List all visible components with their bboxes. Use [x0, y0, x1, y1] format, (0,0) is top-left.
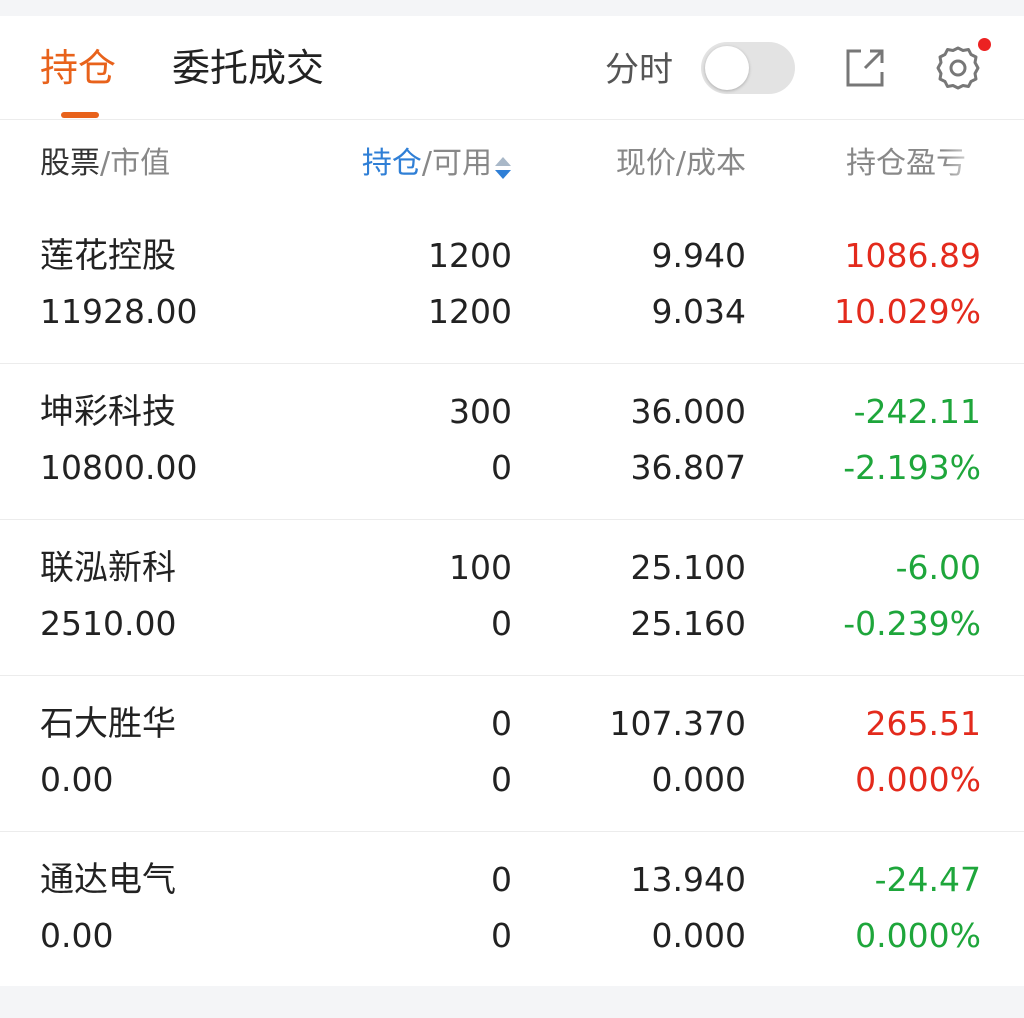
stock-name: 联泓新科	[40, 548, 176, 588]
column-price: 现价/成本	[616, 142, 746, 186]
tab-bar: 持仓 委托成交 分时	[0, 16, 1024, 120]
market-value: 10800.00	[40, 448, 198, 487]
column-position-sort[interactable]: 持仓/可用	[362, 142, 512, 186]
position-qty: 100	[449, 548, 512, 587]
stock-name: 石大胜华	[40, 704, 176, 744]
cost-price: 0.000	[651, 916, 746, 955]
current-price: 9.940	[651, 236, 746, 275]
current-price: 13.940	[630, 860, 746, 899]
column-separator: /	[675, 146, 686, 181]
table-row[interactable]: 联泓新科 2510.00 100 0 25.100 25.160 -6.00 -…	[0, 520, 1024, 676]
available-qty: 1200	[428, 292, 512, 331]
pl-percent: 10.029%	[834, 292, 981, 331]
market-value: 2510.00	[40, 604, 177, 643]
available-qty: 0	[491, 760, 512, 799]
intraday-label: 分时	[605, 50, 673, 90]
position-qty: 0	[491, 704, 512, 743]
cost-price: 25.160	[630, 604, 746, 643]
pl-amount: 265.51	[865, 704, 981, 743]
column-header: 股票/市值 持仓/可用 现价/成本 持仓盈亏	[0, 120, 1024, 208]
column-position-label: 持仓	[361, 146, 422, 181]
active-tab-indicator	[61, 112, 99, 118]
table-row[interactable]: 莲花控股 11928.00 1200 1200 9.940 9.034 1086…	[0, 208, 1024, 364]
tab-holdings[interactable]: 持仓	[40, 40, 116, 96]
holdings-panel: 持仓 委托成交 分时 股票/市值 持仓/可用 现价/成本 持仓盈亏 莲花控股 1…	[0, 16, 1024, 986]
market-value: 11928.00	[40, 292, 198, 331]
available-qty: 0	[491, 916, 512, 955]
column-pl-label: 持仓盈亏	[846, 146, 966, 181]
column-price-label: 现价	[615, 146, 676, 181]
pl-percent: -0.239%	[843, 604, 981, 643]
stock-name: 通达电气	[40, 860, 176, 900]
column-stock: 股票/市值	[40, 142, 170, 186]
column-separator: /	[421, 146, 432, 181]
sort-icon	[494, 151, 512, 179]
cost-price: 0.000	[651, 760, 746, 799]
market-value: 0.00	[40, 916, 114, 955]
available-qty: 0	[491, 604, 512, 643]
stock-name: 坤彩科技	[40, 392, 176, 432]
toggle-knob	[705, 46, 749, 90]
pl-percent: 0.000%	[855, 916, 981, 955]
market-value: 0.00	[40, 760, 114, 799]
table-row[interactable]: 石大胜华 0.00 0 0 107.370 0.000 265.51 0.000…	[0, 676, 1024, 832]
holdings-list: 莲花控股 11928.00 1200 1200 9.940 9.034 1086…	[0, 208, 1024, 988]
share-icon[interactable]	[841, 44, 889, 92]
table-row[interactable]: 坤彩科技 10800.00 300 0 36.000 36.807 -242.1…	[0, 364, 1024, 520]
column-available-label: 可用	[432, 146, 492, 181]
available-qty: 0	[491, 448, 512, 487]
notification-dot	[978, 38, 991, 51]
column-stock-label: 股票	[40, 146, 100, 181]
column-market-value-label: 市值	[110, 146, 171, 181]
column-cost-label: 成本	[686, 146, 746, 181]
position-qty: 300	[449, 392, 512, 431]
pl-amount: -6.00	[895, 548, 981, 587]
pl-amount: 1086.89	[844, 236, 981, 275]
pl-percent: -2.193%	[843, 448, 981, 487]
intraday-toggle[interactable]	[701, 42, 795, 94]
pl-amount: -242.11	[853, 392, 981, 431]
position-qty: 1200	[428, 236, 512, 275]
cost-price: 9.034	[651, 292, 746, 331]
table-row[interactable]: 通达电气 0.00 0 0 13.940 0.000 -24.47 0.000%	[0, 832, 1024, 988]
tab-orders[interactable]: 委托成交	[172, 40, 324, 96]
position-qty: 0	[491, 860, 512, 899]
gear-icon[interactable]	[934, 44, 982, 92]
current-price: 107.370	[609, 704, 746, 743]
pl-percent: 0.000%	[855, 760, 981, 799]
current-price: 36.000	[630, 392, 746, 431]
pl-amount: -24.47	[874, 860, 981, 899]
column-separator: /	[100, 146, 111, 181]
stock-name: 莲花控股	[40, 236, 176, 276]
cost-price: 36.807	[630, 448, 746, 487]
current-price: 25.100	[630, 548, 746, 587]
